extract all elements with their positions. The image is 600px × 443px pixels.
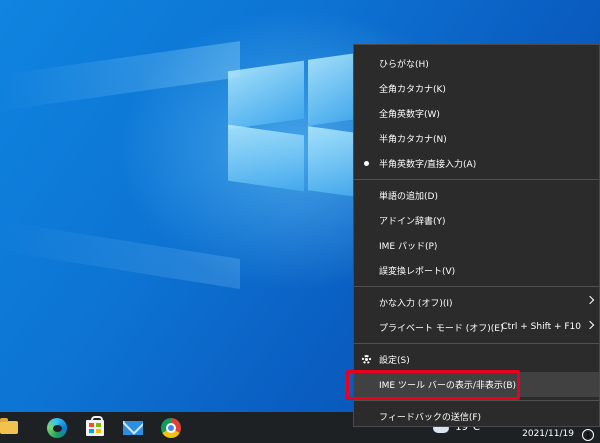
chrome-button[interactable] [152, 412, 190, 443]
menu-item-settings[interactable]: 設定(S) [354, 347, 599, 372]
mail-button[interactable] [114, 412, 152, 443]
edge-icon [47, 417, 67, 438]
windows-logo [228, 48, 363, 198]
chevron-right-icon [585, 295, 595, 305]
menu-item-label: アドイン辞書(Y) [379, 217, 446, 227]
menu-item-label: 全角英数字(W) [379, 110, 440, 120]
menu-item-label: 全角カタカナ(K) [379, 85, 446, 95]
menu-item-label: 半角カタカナ(N) [379, 135, 447, 145]
menu-item-halfwidth-alphanumeric[interactable]: 半角英数字/直接入力(A) [354, 151, 599, 176]
selected-bullet-icon [364, 161, 369, 166]
menu-item-hiragana[interactable]: ひらがな(H) [354, 51, 599, 76]
chrome-icon [161, 417, 181, 438]
file-explorer-button[interactable] [0, 412, 38, 443]
gear-icon [362, 355, 371, 364]
menu-item-label: 設定(S) [379, 356, 410, 366]
store-icon [86, 415, 104, 436]
logo-pane [228, 60, 304, 130]
notification-badge[interactable]: 1 [582, 429, 594, 441]
menu-item-label: 誤変換レポート(V) [379, 267, 456, 277]
menu-item-fullwidth-alphanumeric[interactable]: 全角英数字(W) [354, 101, 599, 126]
menu-item-addin-dictionary[interactable]: アドイン辞書(Y) [354, 208, 599, 233]
menu-item-label: プライベート モード (オフ)(E) [379, 324, 504, 334]
logo-pane [228, 124, 304, 192]
edge-button[interactable] [38, 412, 76, 443]
menu-item-label: IME パッド(P) [379, 242, 438, 252]
menu-item-ime-pad[interactable]: IME パッド(P) [354, 233, 599, 258]
menu-item-label: ひらがな(H) [379, 60, 429, 70]
taskbar-date[interactable]: 2021/11/19 [522, 429, 574, 439]
menu-item-send-feedback[interactable]: フィードバックの送信(F) [354, 404, 599, 429]
chevron-right-icon [585, 320, 595, 330]
menu-separator [354, 343, 599, 344]
menu-item-label: IME ツール バーの表示/非表示(B) [379, 381, 517, 391]
ime-context-menu: ひらがな(H) 全角カタカナ(K) 全角英数字(W) 半角カタカナ(N) 半角英… [346, 44, 600, 429]
menu-item-add-word[interactable]: 単語の追加(D) [354, 183, 599, 208]
menu-item-fullwidth-katakana[interactable]: 全角カタカナ(K) [354, 76, 599, 101]
menu-item-kana-input[interactable]: かな入力 (オフ)(I) [354, 290, 599, 315]
folder-icon [0, 418, 18, 434]
menu-item-label: フィードバックの送信(F) [379, 413, 482, 423]
menu-separator [354, 179, 599, 180]
menu-separator [354, 400, 599, 401]
menu-item-label: 半角英数字/直接入力(A) [379, 160, 477, 170]
menu-item-conversion-report[interactable]: 誤変換レポート(V) [354, 258, 599, 283]
menu-item-label: 単語の追加(D) [379, 192, 438, 202]
store-button[interactable] [76, 412, 114, 443]
mail-icon [123, 420, 143, 435]
menu-item-shortcut: Ctrl + Shift + F10 [501, 322, 581, 332]
menu-item-label: かな入力 (オフ)(I) [379, 299, 453, 309]
menu-item-toggle-ime-toolbar[interactable]: IME ツール バーの表示/非表示(B) [346, 370, 599, 400]
light-beam [0, 41, 240, 111]
light-beam [0, 220, 240, 290]
menu-item-private-mode[interactable]: プライベート モード (オフ)(E) Ctrl + Shift + F10 [354, 315, 599, 340]
menu-separator [354, 286, 599, 287]
menu-item-halfwidth-katakana[interactable]: 半角カタカナ(N) [354, 126, 599, 151]
